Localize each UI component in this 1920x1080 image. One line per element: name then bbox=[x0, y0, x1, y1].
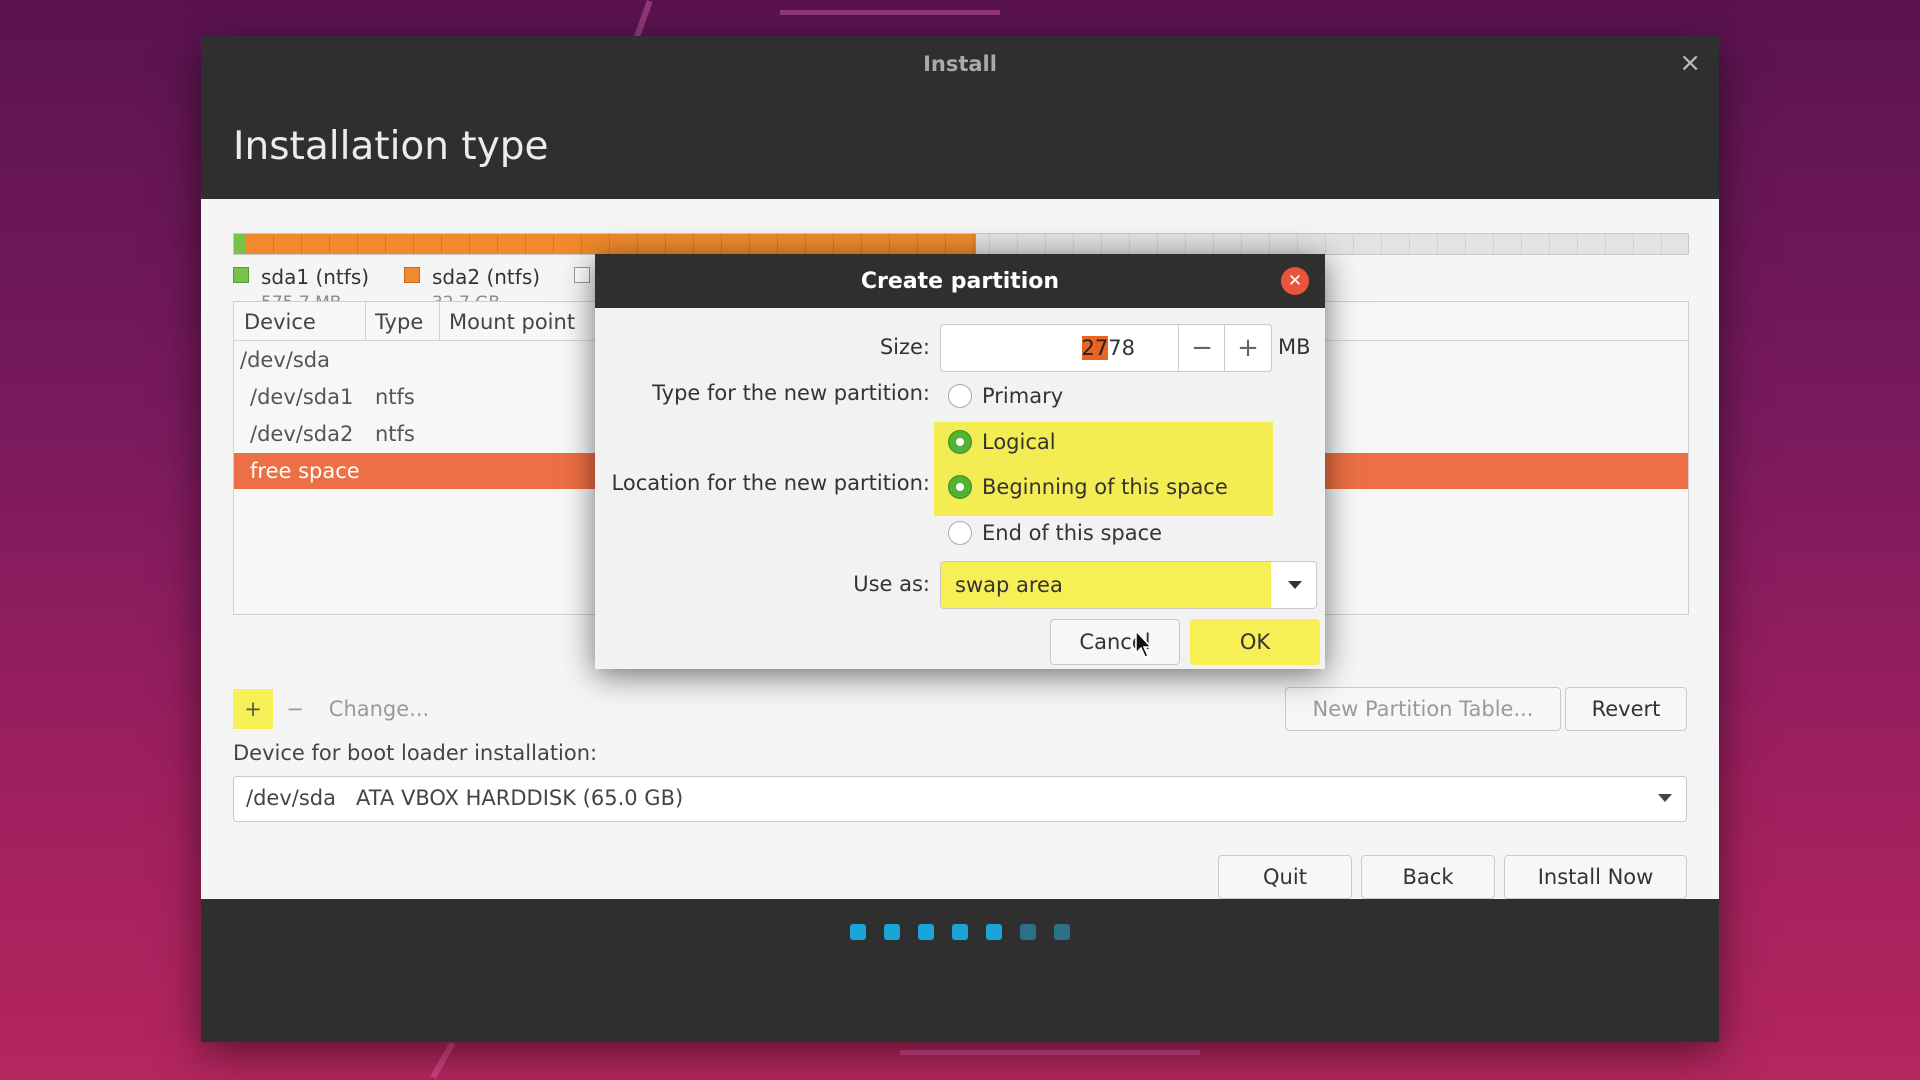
remove-partition-button[interactable]: − bbox=[275, 689, 315, 729]
progress-dot-done bbox=[952, 924, 968, 940]
radio-label: End of this space bbox=[982, 521, 1163, 545]
column-divider bbox=[365, 302, 366, 340]
partition-bar-sda2 bbox=[246, 234, 976, 254]
radio-circle bbox=[948, 521, 972, 545]
column-divider bbox=[439, 302, 440, 340]
size-increment-button[interactable]: + bbox=[1224, 325, 1271, 371]
legend-swatch bbox=[233, 267, 249, 283]
size-field[interactable]: 2778 − + bbox=[940, 324, 1272, 372]
radio-label: Logical bbox=[982, 430, 1056, 454]
add-partition-button[interactable]: + bbox=[233, 689, 273, 729]
create-partition-dialog: Create partition ✕ Size: 2778 − + MB Typ… bbox=[595, 254, 1325, 669]
cancel-button[interactable]: Cancel bbox=[1050, 619, 1180, 665]
new-partition-table-button[interactable]: New Partition Table... bbox=[1285, 687, 1561, 731]
window-title: Install bbox=[923, 52, 997, 76]
radio-label: Beginning of this space bbox=[982, 475, 1228, 499]
cell-type: ntfs bbox=[375, 422, 415, 446]
progress-dot-done bbox=[918, 924, 934, 940]
partition-bar bbox=[233, 233, 1689, 255]
legend-name: sda1 (ntfs) bbox=[261, 265, 370, 289]
progress-dot-done bbox=[884, 924, 900, 940]
radio-label: Primary bbox=[982, 384, 1064, 408]
cell-type: ntfs bbox=[375, 385, 415, 409]
cell-device: /dev/sda bbox=[240, 348, 330, 372]
background-line bbox=[633, 0, 653, 40]
size-unit: MB bbox=[1278, 335, 1311, 359]
window-titlebar: Install × bbox=[201, 36, 1719, 92]
back-button[interactable]: Back bbox=[1361, 855, 1495, 899]
column-header-mount-point[interactable]: Mount point bbox=[449, 310, 575, 334]
cell-device: free space bbox=[250, 459, 360, 483]
partition-type-label: Type for the new partition: bbox=[652, 381, 930, 405]
progress-dot-pending bbox=[1020, 924, 1036, 940]
bootloader-label: Device for boot loader installation: bbox=[233, 741, 598, 765]
page-title: Installation type bbox=[233, 124, 549, 169]
progress-dot-done bbox=[850, 924, 866, 940]
background-line bbox=[780, 10, 1000, 15]
radio-circle bbox=[948, 475, 972, 499]
size-label: Size: bbox=[879, 335, 930, 359]
change-partition-button[interactable]: Change... bbox=[317, 689, 441, 729]
column-header-device[interactable]: Device bbox=[244, 310, 316, 334]
progress-dots bbox=[0, 924, 1920, 940]
partition-bar-sda1 bbox=[234, 234, 246, 254]
use-as-label: Use as: bbox=[853, 572, 930, 596]
use-as-value: swap area bbox=[955, 573, 1063, 597]
size-value-rest: 78 bbox=[1108, 336, 1135, 360]
radio-circle bbox=[948, 384, 972, 408]
size-decrement-button[interactable]: − bbox=[1178, 325, 1225, 371]
radio-circle bbox=[948, 430, 972, 454]
mouse-cursor-icon bbox=[1135, 630, 1153, 658]
quit-button[interactable]: Quit bbox=[1218, 855, 1352, 899]
window-close-icon[interactable]: × bbox=[1679, 50, 1701, 76]
install-now-button[interactable]: Install Now bbox=[1504, 855, 1687, 899]
bootloader-device-select[interactable]: /dev/sda ATA VBOX HARDDISK (65.0 GB) bbox=[233, 776, 1687, 822]
legend-swatch bbox=[404, 267, 420, 283]
background-line bbox=[900, 1050, 1200, 1055]
size-value-selected: 27 bbox=[1081, 336, 1109, 360]
cell-device: /dev/sda1 bbox=[250, 385, 354, 409]
legend-swatch bbox=[574, 267, 590, 283]
legend-name: sda2 (ntfs) bbox=[432, 265, 541, 289]
chevron-down-icon bbox=[1658, 794, 1672, 802]
background-line bbox=[430, 1041, 456, 1079]
progress-dot-pending bbox=[1054, 924, 1070, 940]
dialog-titlebar: Create partition ✕ bbox=[595, 254, 1325, 308]
progress-dot-done bbox=[986, 924, 1002, 940]
size-value: 2778 bbox=[1081, 336, 1135, 360]
ok-button[interactable]: OK bbox=[1190, 619, 1320, 665]
cell-device: /dev/sda2 bbox=[250, 422, 354, 446]
column-header-type[interactable]: Type bbox=[375, 310, 423, 334]
chevron-down-icon bbox=[1288, 581, 1302, 589]
dialog-title: Create partition bbox=[860, 269, 1060, 294]
footer bbox=[201, 899, 1719, 1042]
revert-button[interactable]: Revert bbox=[1565, 687, 1687, 731]
bootloader-device-value: /dev/sda ATA VBOX HARDDISK (65.0 GB) bbox=[246, 786, 684, 810]
use-as-select[interactable]: swap area bbox=[940, 561, 1317, 609]
close-icon[interactable]: ✕ bbox=[1281, 267, 1309, 295]
partition-location-label: Location for the new partition: bbox=[611, 471, 930, 495]
